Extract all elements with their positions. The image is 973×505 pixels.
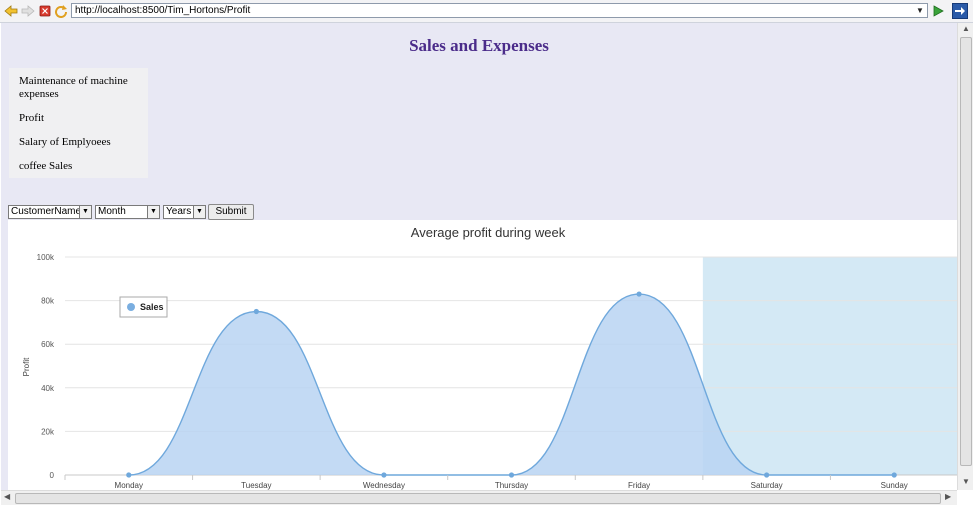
x-tick-label: Friday: [628, 481, 650, 490]
page-content: Sales and Expenses Maintenance of machin…: [1, 23, 957, 490]
y-tick-label: 40k: [41, 384, 55, 393]
data-point[interactable]: [891, 472, 897, 478]
menu-item-maintenance-expenses[interactable]: Maintenance of machine expenses: [19, 75, 144, 101]
page-title: Sales and Expenses: [409, 36, 549, 55]
menu-item-salary-employees[interactable]: Salary of Emplyoees: [19, 136, 144, 149]
data-point[interactable]: [126, 472, 132, 478]
x-tick-label: Sunday: [881, 481, 908, 490]
y-tick-label: 60k: [41, 340, 55, 349]
data-point[interactable]: [764, 472, 770, 478]
stop-icon[interactable]: [38, 4, 52, 18]
x-tick-label: Tuesday: [241, 481, 271, 490]
y-tick-label: 100k: [37, 253, 55, 262]
y-axis-label: Profit: [22, 357, 31, 376]
dropdown-icon[interactable]: ▼: [914, 4, 926, 17]
chart-svg: Average profit during week Profit 0 20k 40…: [22, 225, 957, 490]
years-select-value: Years: [166, 206, 192, 217]
y-tick-label: 80k: [41, 297, 55, 306]
refresh-icon[interactable]: [54, 4, 68, 18]
scroll-left-icon[interactable]: ◀: [4, 492, 10, 501]
compatibility-icon[interactable]: [952, 3, 968, 19]
years-select[interactable]: Years ▼: [163, 205, 206, 219]
data-point[interactable]: [381, 472, 387, 478]
customer-name-select[interactable]: CustomerName ▼: [8, 205, 92, 219]
y-tick-label: 0: [50, 471, 55, 480]
month-select-value: Month: [98, 206, 126, 217]
address-bar[interactable]: http://localhost:8500/Tim_Hortons/Profit: [71, 3, 928, 18]
menu-item-profit[interactable]: Profit: [19, 112, 144, 125]
x-tick-label: Saturday: [751, 481, 783, 490]
chart-legend[interactable]: Sales: [119, 296, 168, 318]
highlight-band: [702, 257, 957, 475]
forward-arrow-icon[interactable]: [21, 4, 35, 18]
data-point[interactable]: [636, 291, 642, 297]
month-select[interactable]: Month ▼: [95, 205, 160, 219]
submit-button[interactable]: Submit: [208, 204, 254, 220]
y-tick-label: 20k: [41, 427, 55, 436]
chevron-down-icon: ▼: [79, 206, 91, 218]
menu-item-coffee-sales[interactable]: coffee Sales: [19, 160, 144, 173]
x-tick-label: Wednesday: [363, 481, 405, 490]
horizontal-scroll-thumb[interactable]: [15, 493, 941, 504]
chart-title: Average profit during week: [411, 225, 566, 240]
back-arrow-icon[interactable]: [4, 4, 18, 18]
scroll-up-icon[interactable]: ▲: [962, 24, 970, 33]
vertical-scroll-thumb[interactable]: [960, 37, 972, 466]
scroll-right-icon[interactable]: ▶: [945, 492, 951, 501]
data-point[interactable]: [508, 472, 515, 478]
chevron-down-icon: ▼: [147, 206, 159, 218]
scroll-down-icon[interactable]: ▼: [962, 477, 970, 486]
x-tick-label: Monday: [115, 481, 143, 490]
customer-name-select-value: CustomerName: [11, 206, 82, 217]
vertical-scrollbar[interactable]: ▲ ▼: [957, 23, 973, 490]
data-point[interactable]: [253, 308, 259, 315]
x-tick-label: Thursday: [495, 481, 528, 490]
chevron-down-icon: ▼: [193, 206, 205, 218]
horizontal-scrollbar[interactable]: ◀ ▶: [1, 490, 957, 505]
go-arrow-icon[interactable]: [931, 4, 945, 18]
browser-toolbar: http://localhost:8500/Tim_Hortons/Profit…: [0, 0, 973, 23]
profit-chart: Average profit during week Profit 0 20k 40…: [8, 220, 957, 490]
side-menu: Maintenance of machine expenses Profit S…: [9, 68, 148, 178]
legend-label: Sales: [140, 302, 164, 312]
legend-marker: [127, 303, 135, 311]
